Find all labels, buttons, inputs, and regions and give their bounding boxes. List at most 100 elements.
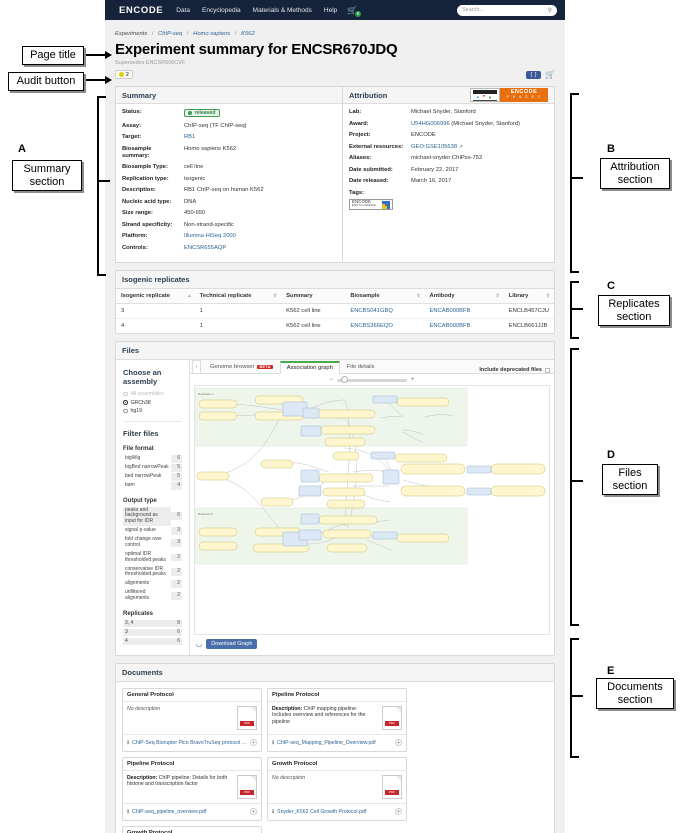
- attribution-heading: Attribution: [349, 90, 388, 100]
- zoom-in-button[interactable]: +: [411, 377, 415, 383]
- checkbox-icon[interactable]: [545, 367, 550, 373]
- encode-logo[interactable]: ENCODE: [113, 5, 170, 16]
- facet-fold-change-over-control[interactable]: fold change over control 3: [123, 536, 182, 549]
- summary-value-target[interactable]: RB1: [184, 134, 195, 140]
- column-isogenic-replicate[interactable]: Isogenic replicate ▴: [116, 289, 195, 304]
- facet-bed-narrowpeak[interactable]: bed narrowPeak 5: [123, 473, 182, 481]
- column-library[interactable]: Library ⇳: [503, 289, 554, 304]
- document-card-pipeline-protocol-2[interactable]: Pipeline Protocol Description: ChIP pipe…: [122, 756, 262, 821]
- document-card-general-protocol[interactable]: General Protocol No description PDF ⭳ Ch…: [122, 687, 262, 752]
- expand-icon[interactable]: +: [250, 808, 257, 816]
- cell-biosample-link[interactable]: ENCBS041GBQ: [350, 308, 393, 314]
- document-filename[interactable]: Snyder_K562 Cell Growth Protocol.pdf: [277, 809, 392, 815]
- graph-download-row: ◟◞ Download Graph: [190, 635, 554, 655]
- facet-unfiltered-alignments[interactable]: unfiltered alignments 2: [123, 589, 182, 602]
- replicates-table: Isogenic replicate ▴ Technical replicate ⇳…: [116, 289, 554, 333]
- download-icon[interactable]: ⭳: [127, 738, 129, 748]
- nav-item-data[interactable]: Data: [170, 7, 196, 14]
- files-body: Choose an assembly All assemblies GRCh38…: [116, 360, 554, 655]
- column-summary[interactable]: Summary: [281, 289, 346, 304]
- summary-value-platform[interactable]: Illumina HiSeq 2000: [184, 233, 236, 239]
- top-navbar: ENCODE Data Encyclopedia Materials & Met…: [105, 0, 565, 20]
- audit-button[interactable]: 2: [115, 70, 133, 79]
- search-placeholder: Search...: [462, 7, 485, 13]
- breadcrumb-item-k562[interactable]: K562: [241, 31, 255, 37]
- facet-signal-p-value[interactable]: signal p-value 3: [123, 527, 182, 535]
- search-input[interactable]: Search... ⚲: [457, 4, 557, 16]
- download-graph-button[interactable]: Download Graph: [206, 638, 258, 649]
- callout-attribution-line1: Attribution: [610, 161, 660, 173]
- facet-bigwig[interactable]: bigWig 6: [123, 455, 182, 463]
- download-icon[interactable]: ⭳: [127, 807, 129, 817]
- breadcrumb-item-experiments[interactable]: Experiments: [115, 31, 147, 37]
- document-filename[interactable]: ChIP-Seq Biorupter Pico BravoTruSeq prot…: [132, 740, 247, 746]
- zoom-slider[interactable]: [337, 376, 407, 383]
- facet-count: 5: [171, 473, 182, 481]
- assembly-option-grch38-label: GRCh38: [130, 399, 151, 406]
- facet-alignments[interactable]: alignments 2: [123, 580, 182, 588]
- document-filename[interactable]: ChIP-seq_pipeline_overview.pdf: [132, 809, 247, 815]
- association-graph[interactable]: Replicate 1 Replicate 2: [194, 385, 550, 635]
- facet-count: 2: [171, 580, 182, 588]
- nav-cart-icon[interactable]: 🛒 0: [347, 6, 362, 17]
- cell-antibody-link[interactable]: ENCAB000BFB: [430, 308, 471, 314]
- cell-biosample-link[interactable]: ENCBS366EQO: [350, 323, 393, 329]
- external-link-icon: ↗: [458, 143, 463, 150]
- attribution-value-award[interactable]: U54HG006996: [411, 121, 450, 127]
- document-card-growth-protocol-2[interactable]: Growth Protocol Description: SOP: Propag…: [122, 825, 262, 833]
- callout-attribution-section: Attribution section: [600, 158, 670, 189]
- facet-peaks-background-idr[interactable]: peaks and background as input for IDR 6: [123, 506, 182, 526]
- column-technical-replicate[interactable]: Technical replicate ⇳: [194, 289, 282, 304]
- nav-item-materials-methods[interactable]: Materials & Methods: [247, 7, 318, 14]
- summary-value-size-range: 450-650: [184, 210, 206, 216]
- expand-icon[interactable]: +: [395, 808, 402, 816]
- nav-item-encyclopedia[interactable]: Encyclopedia: [196, 7, 247, 14]
- tab-association-graph[interactable]: Association graph: [279, 361, 340, 374]
- json-view-button[interactable]: { }: [526, 70, 542, 79]
- cell-antibody-link[interactable]: ENCAB000BFB: [430, 323, 471, 329]
- document-card-growth-protocol-1[interactable]: Growth Protocol No description PDF ⭳ Sny…: [267, 756, 407, 821]
- download-icon[interactable]: ⭳: [272, 807, 274, 817]
- facet-bam[interactable]: bam 4: [123, 482, 182, 490]
- expand-icon[interactable]: +: [395, 739, 402, 747]
- facet-label: bed narrowPeak: [125, 473, 162, 480]
- document-card-pipeline-protocol-1[interactable]: Pipeline Protocol Description: ChIP mapp…: [267, 687, 407, 752]
- attribution-heading-row: Attribution ENCODE P H A S E 3: [343, 87, 554, 104]
- nav-item-help[interactable]: Help: [318, 7, 343, 14]
- facet-conservative-idr-thresholded-peaks[interactable]: conservative IDR thresholded peaks 2: [123, 566, 182, 579]
- add-to-cart-icon[interactable]: 🛒: [545, 70, 555, 79]
- assembly-option-all[interactable]: All assemblies: [123, 391, 182, 397]
- facet-replicate-4[interactable]: 4 6: [123, 637, 182, 646]
- assembly-option-hg19[interactable]: hg19: [123, 408, 182, 414]
- expand-icon[interactable]: +: [250, 739, 257, 747]
- search-icon: ⚲: [547, 7, 552, 14]
- attribution-value-external-resources[interactable]: GEO:GSE105638: [411, 144, 457, 150]
- attribution-key-external-resources: External resources:: [349, 143, 404, 150]
- tab-file-details[interactable]: File details: [340, 360, 382, 373]
- breadcrumb-item-chip-seq[interactable]: ChIP-seq: [158, 31, 182, 37]
- pdf-thumbnail-icon: PDF: [237, 774, 257, 799]
- pdf-badge: PDF: [240, 720, 254, 726]
- column-antibody[interactable]: Antibody ⇳: [424, 289, 504, 304]
- zoom-out-button[interactable]: −: [329, 377, 333, 383]
- include-deprecated-files-toggle[interactable]: Include deprecated files: [479, 367, 554, 373]
- breadcrumb-item-homo-sapiens[interactable]: Homo sapiens: [193, 31, 230, 37]
- tab-genome-browser[interactable]: Genome browser BETA: [203, 360, 280, 373]
- collapse-sidebar-button[interactable]: ‹: [192, 360, 201, 373]
- callout-page-title-label: Page title: [30, 49, 76, 61]
- zoom-slider-knob[interactable]: [341, 376, 348, 383]
- facet-bigbed-narrowpeak[interactable]: bigBed narrowPeak 5: [123, 464, 182, 472]
- cell-summary: K562 cell line: [286, 323, 321, 329]
- download-icon[interactable]: ⭳: [272, 738, 274, 748]
- assembly-option-grch38[interactable]: GRCh38: [123, 400, 182, 406]
- document-filename[interactable]: ChIP-seq_Mapping_Pipeline_Overview.pdf: [277, 740, 392, 746]
- summary-value-controls[interactable]: ENCSR655AQP: [184, 245, 226, 251]
- facet-replicates-3-4[interactable]: 3, 4 8: [123, 619, 182, 628]
- facet-replicate-3[interactable]: 3 6: [123, 628, 182, 637]
- column-biosample[interactable]: Biosample ⇳: [345, 289, 425, 304]
- facet-optimal-idr-thresholded-peaks[interactable]: optimal IDR thresholded peaks 2: [123, 551, 182, 564]
- attribution-key-aliases: Aliases:: [349, 155, 372, 161]
- document-description-label: Description:: [272, 705, 303, 712]
- facet-label: bigBed narrowPeak: [125, 464, 169, 471]
- encode-phase3-logo: ENCODE P H A S E 3: [500, 88, 548, 102]
